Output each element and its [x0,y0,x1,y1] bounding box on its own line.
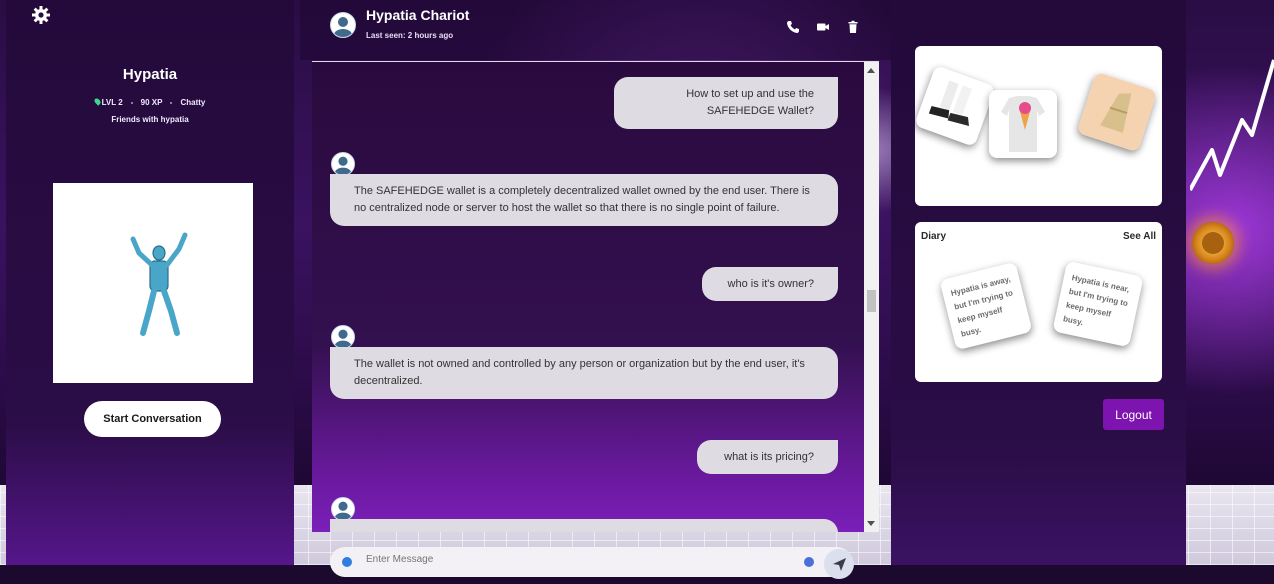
shirt-icon [1001,96,1045,152]
scroll-up-arrow-icon[interactable] [867,68,875,73]
diary-title: Diary [921,231,947,242]
message-sent: who is it's owner? [702,267,838,301]
bot-avatar [331,325,355,349]
message-sent: How to set up and use the SAFEHEDGE Wall… [614,77,838,129]
lightning-bolt [1190,59,1274,191]
sidebar-right: Diary See All Hypatia is away, but I'm t… [891,0,1186,565]
item-sneakers[interactable] [915,64,997,148]
box-icon [1078,73,1156,151]
logout-button[interactable]: Logout [1103,399,1164,430]
level-badge: LVL 2 [92,97,123,107]
last-seen-status: Last seen: 2 hours ago [366,31,454,40]
gear-icon[interactable] [31,5,51,25]
send-icon [833,558,846,571]
mood-label: Chatty [180,98,206,107]
user-icon [334,17,352,37]
message-sent: what is its pricing? [697,440,838,474]
contact-avatar[interactable] [330,12,356,38]
see-all-link[interactable]: See All [1123,231,1156,242]
xp-value: 90 XP [140,98,163,107]
message-list[interactable]: How to set up and use the SAFEHEDGE Wall… [312,61,879,532]
video-icon[interactable] [816,20,830,34]
diary-note[interactable]: Hypatia is near, but I'm trying to keep … [1052,260,1144,348]
phone-icon[interactable] [786,20,800,34]
scroll-thumb[interactable] [867,290,876,312]
contact-name: Hypatia Chariot [366,7,470,23]
diary-card: Diary See All Hypatia is away, but I'm t… [915,222,1162,382]
message-composer [330,547,854,579]
bot-avatar [331,497,355,521]
chat-scrollbar[interactable] [864,62,879,532]
sneakers-icon [928,80,972,126]
scroll-down-arrow-icon[interactable] [867,521,875,526]
start-conversation-button[interactable]: Start Conversation [84,401,221,437]
emoji-icon[interactable] [804,557,814,567]
send-button[interactable] [824,549,854,579]
robot-figure-icon [130,232,188,336]
avatar-3d-view[interactable] [53,183,253,383]
chat-header: Hypatia Chariot Last seen: 2 hours ago [300,0,891,60]
user-icon [334,501,352,520]
item-shirt[interactable] [989,90,1057,158]
user-icon [334,329,352,348]
diary-note[interactable]: Hypatia is away, but I'm trying to keep … [939,261,1033,351]
profile-panel: Hypatia LVL 2 90 XP Chatty Friends with … [6,0,294,565]
item-showcase-card [915,46,1162,206]
user-icon [334,156,352,175]
location-pin-icon [92,97,102,106]
profile-name: Hypatia [122,66,178,83]
bot-avatar [331,152,355,176]
message-received: The SAFEHEDGE wallet is a completely dec… [330,174,838,226]
gold-coin-icon [1192,222,1234,264]
plus-icon[interactable] [342,557,352,567]
friendship-status: Friends with hypatia [111,115,189,124]
message-input[interactable] [364,553,788,566]
message-received: The wallet is not owned and controlled b… [330,347,838,399]
message-received-partial [330,519,838,532]
profile-stats: LVL 2 90 XP Chatty [6,97,294,107]
trash-icon[interactable] [846,20,860,34]
item-box[interactable] [1076,71,1158,153]
